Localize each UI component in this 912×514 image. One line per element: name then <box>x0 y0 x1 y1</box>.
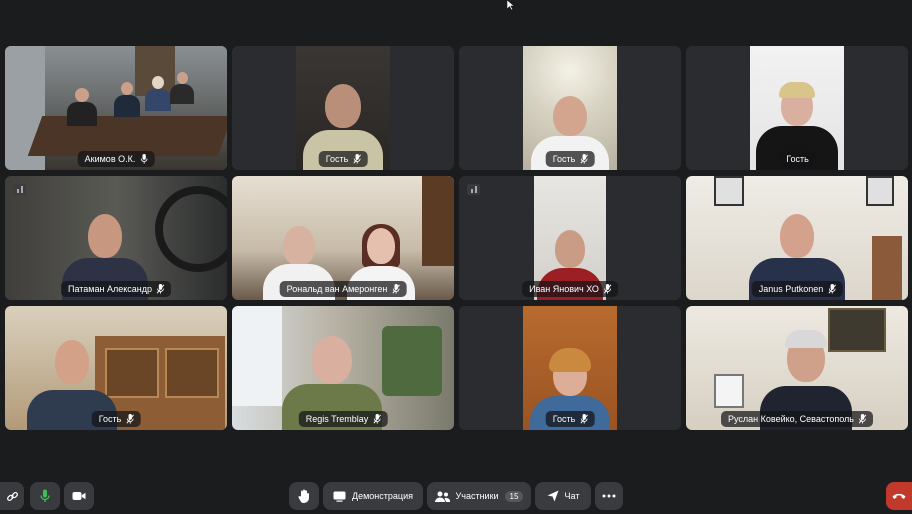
participant-name: Патаман Александр <box>68 284 152 294</box>
participant-nameplate: Regis Tremblay <box>298 411 388 427</box>
signal-indicator <box>467 184 480 195</box>
link-icon <box>6 491 18 501</box>
participant-name: Акимов О.К. <box>84 154 136 164</box>
participant-name: Гость <box>98 414 122 424</box>
participant-tile[interactable]: Janus Putkonen <box>686 176 908 300</box>
mic-off-icon <box>373 414 381 424</box>
hangup-button[interactable] <box>886 482 912 510</box>
participant-nameplate: Гость <box>779 151 815 167</box>
participant-tile[interactable]: Гость <box>5 306 227 430</box>
mic-off-icon <box>126 414 134 424</box>
participant-nameplate: Иван Янович ХО <box>522 281 618 297</box>
participant-tile[interactable]: Патаман Александр <box>5 176 227 300</box>
chat-label: Чат <box>564 491 580 501</box>
mic-off-icon <box>353 154 361 164</box>
participant-tile[interactable]: Руслан Ковейко, Севастополь <box>686 306 908 430</box>
screen-share-icon <box>333 491 346 502</box>
participant-name: Гость <box>325 154 349 164</box>
participant-name: Иван Янович ХО <box>529 284 599 294</box>
screen-share-button[interactable]: Демонстрация <box>323 482 423 510</box>
screen-share-label: Демонстрация <box>352 491 413 501</box>
participant-name: Гость <box>552 154 576 164</box>
video-grid: Акимов О.К. Гость Гость Гость Патаман Ал… <box>0 0 912 440</box>
participant-name: Janus Putkonen <box>758 284 824 294</box>
participant-nameplate: Гость <box>91 411 141 427</box>
participant-nameplate: Патаман Александр <box>61 281 171 297</box>
participant-tile[interactable]: Гость <box>459 46 681 170</box>
mic-off-icon <box>828 284 836 294</box>
more-icon <box>602 494 616 498</box>
call-toolbar: Демонстрация Участники 15 Чат <box>0 480 912 512</box>
participant-tile[interactable]: Гость <box>686 46 908 170</box>
participants-count-badge: 15 <box>504 490 524 502</box>
participants-button[interactable]: Участники 15 <box>427 482 531 510</box>
participant-nameplate: Руслан Ковейко, Севастополь <box>721 411 873 427</box>
mic-off-icon <box>580 414 588 424</box>
send-icon <box>547 490 559 502</box>
participant-tile[interactable]: Гость <box>232 46 454 170</box>
microphone-button[interactable] <box>30 482 60 510</box>
participant-name: Рональд ван Амеронген <box>286 284 388 294</box>
participant-tile[interactable]: Гость <box>459 306 681 430</box>
mouse-cursor-icon <box>507 0 515 10</box>
more-button[interactable] <box>595 482 623 510</box>
chat-button[interactable]: Чат <box>535 482 591 510</box>
hangup-icon <box>892 493 906 499</box>
mic-on-icon <box>140 154 148 164</box>
copy-link-button[interactable] <box>0 482 24 510</box>
participant-nameplate: Рональд ван Амеронген <box>279 281 407 297</box>
participants-label: Участники <box>455 491 499 501</box>
mic-off-icon <box>858 414 867 424</box>
mic-icon <box>40 489 50 502</box>
participant-nameplate: Janus Putkonen <box>751 281 843 297</box>
raise-hand-button[interactable] <box>289 482 319 510</box>
participant-name: Руслан Ковейко, Севастополь <box>728 414 854 424</box>
participant-tile[interactable]: Иван Янович ХО <box>459 176 681 300</box>
mic-off-icon <box>603 284 612 294</box>
mic-off-icon <box>392 284 400 294</box>
participant-tile[interactable]: Рональд ван Амеронген <box>232 176 454 300</box>
mic-off-icon <box>580 154 588 164</box>
signal-indicator <box>13 184 26 195</box>
participants-icon <box>434 491 450 502</box>
mic-off-icon <box>156 284 165 294</box>
participant-name: Гость <box>552 414 576 424</box>
camera-icon <box>72 492 86 500</box>
participant-nameplate: Акимов О.К. <box>77 151 155 167</box>
participant-nameplate: Гость <box>318 151 368 167</box>
participant-tile[interactable]: Акимов О.К. <box>5 46 227 170</box>
participant-name: Regis Tremblay <box>305 414 369 424</box>
camera-button[interactable] <box>64 482 94 510</box>
hand-icon <box>298 489 309 503</box>
participant-name: Гость <box>786 154 809 164</box>
participant-tile[interactable]: Regis Tremblay <box>232 306 454 430</box>
participant-nameplate: Гость <box>545 151 595 167</box>
participant-nameplate: Гость <box>545 411 595 427</box>
